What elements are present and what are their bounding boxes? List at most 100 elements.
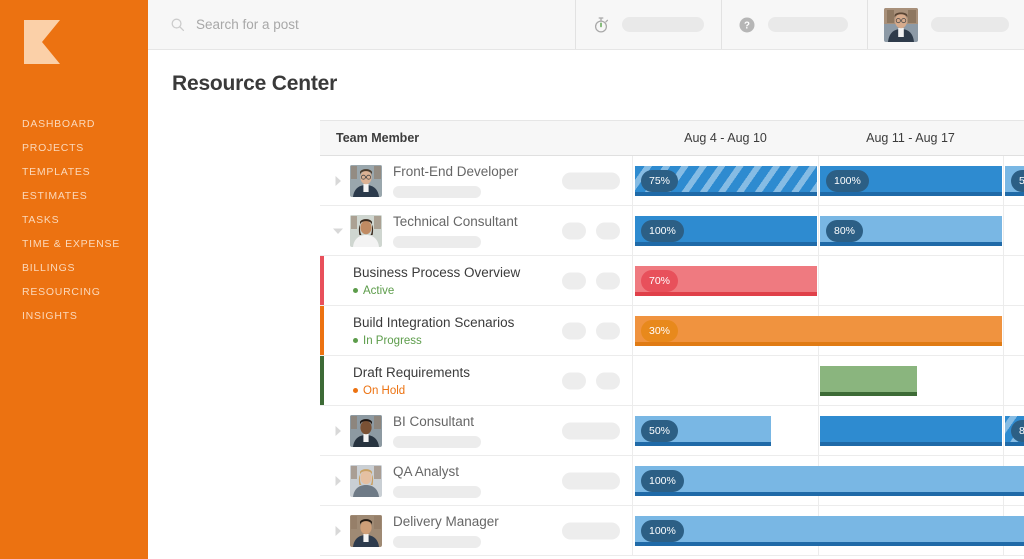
chevron-down-icon[interactable] bbox=[330, 226, 346, 236]
sidebar-item-estimates[interactable]: ESTIMATES bbox=[0, 184, 148, 208]
sidebar-item-templates[interactable]: TEMPLATES bbox=[0, 160, 148, 184]
meta-placeholder-2 bbox=[596, 222, 620, 239]
allocation-bar[interactable]: 75% bbox=[635, 166, 817, 196]
timeline-gridline bbox=[1003, 156, 1004, 205]
search-input[interactable] bbox=[196, 17, 526, 32]
chevron-right-icon[interactable] bbox=[330, 526, 346, 536]
task-row[interactable]: Business Process OverviewActive70% bbox=[320, 256, 1024, 306]
timeline-track: 100% bbox=[633, 456, 1024, 505]
svg-text:?: ? bbox=[744, 20, 750, 31]
row-meta-placeholders bbox=[562, 522, 620, 539]
member-role-placeholder bbox=[393, 186, 481, 198]
chevron-right-icon[interactable] bbox=[330, 176, 346, 186]
sidebar-nav-list: DASHBOARDPROJECTSTEMPLATESESTIMATESTASKS… bbox=[0, 112, 148, 328]
main-sidebar: DASHBOARDPROJECTSTEMPLATESESTIMATESTASKS… bbox=[0, 0, 148, 559]
sidebar-item-insights[interactable]: INSIGHTS bbox=[0, 304, 148, 328]
allocation-percent-badge: 50% bbox=[641, 420, 678, 442]
help-widget[interactable]: ? bbox=[722, 0, 868, 49]
column-header-team-member: Team Member bbox=[320, 131, 633, 145]
timeline-gridline bbox=[818, 156, 819, 205]
timeline-gridline bbox=[818, 256, 819, 305]
sidebar-item-tasks[interactable]: TASKS bbox=[0, 208, 148, 232]
sidebar-item-resourcing[interactable]: RESOURCING bbox=[0, 280, 148, 304]
task-row[interactable]: Build Integration ScenariosIn Progress30… bbox=[320, 306, 1024, 356]
user-menu[interactable] bbox=[868, 0, 1024, 49]
timeline-track: 100% 80% bbox=[633, 206, 1024, 255]
top-bar: ? bbox=[148, 0, 1024, 50]
column-header-week-3: Aug 18 - Aug 24 bbox=[1003, 131, 1024, 145]
sidebar-item-billings[interactable]: BILLINGS bbox=[0, 256, 148, 280]
allocation-bar[interactable]: 50% bbox=[635, 416, 771, 446]
member-cell: Technical Consultant bbox=[320, 206, 633, 255]
table-row[interactable]: Technical Consultant 100% 80% bbox=[320, 206, 1024, 256]
timeline-gridline bbox=[1003, 306, 1004, 355]
allocation-bar[interactable] bbox=[820, 416, 1002, 446]
meta-placeholder-2 bbox=[596, 322, 620, 339]
table-row[interactable]: BI Consultant50%85% bbox=[320, 406, 1024, 456]
help-circle-icon: ? bbox=[738, 16, 756, 34]
row-meta-placeholders bbox=[562, 422, 620, 439]
avatar-front-end-developer bbox=[350, 165, 382, 197]
allocation-placeholder bbox=[562, 422, 620, 439]
allocation-placeholder bbox=[562, 172, 620, 189]
meta-placeholder-1 bbox=[562, 372, 586, 389]
status-dot-icon bbox=[353, 288, 358, 293]
allocation-percent-badge: 85% bbox=[1011, 420, 1024, 442]
allocation-bar[interactable]: 100% bbox=[635, 216, 817, 246]
table-row[interactable]: QA Analyst100% bbox=[320, 456, 1024, 506]
allocation-percent-badge: 100% bbox=[826, 170, 869, 192]
column-header-week-1: Aug 4 - Aug 10 bbox=[633, 131, 818, 145]
table-header-row: Team Member Aug 4 - Aug 10 Aug 11 - Aug … bbox=[320, 120, 1024, 156]
logo[interactable] bbox=[0, 0, 148, 66]
allocation-placeholder bbox=[562, 522, 620, 539]
table-row[interactable]: Front-End Developer75%100%50% bbox=[320, 156, 1024, 206]
member-cell: Delivery Manager bbox=[320, 506, 633, 555]
user-name-placeholder bbox=[931, 17, 1009, 32]
allocation-bar[interactable]: 50% bbox=[1005, 166, 1024, 196]
allocation-bar[interactable]: 85% bbox=[1005, 416, 1024, 446]
avatar-bi-consultant bbox=[350, 415, 382, 447]
timer-value-placeholder bbox=[622, 17, 704, 32]
member-role-placeholder bbox=[393, 436, 481, 448]
table-row[interactable]: Delivery Manager 100% bbox=[320, 506, 1024, 556]
timeline-gridline bbox=[1003, 356, 1004, 405]
member-cell: Draft RequirementsOn Hold bbox=[320, 356, 633, 405]
timeline-track: 70% bbox=[633, 256, 1024, 305]
meta-placeholder-2 bbox=[596, 272, 620, 289]
meta-placeholder-1 bbox=[562, 322, 586, 339]
timeline-gridline bbox=[818, 406, 819, 455]
timeline-gridline bbox=[1003, 256, 1004, 305]
task-row[interactable]: Draft RequirementsOn Hold bbox=[320, 356, 1024, 406]
table-body: Front-End Developer75%100%50% Technical … bbox=[320, 156, 1024, 559]
allocation-percent-badge: 100% bbox=[641, 520, 684, 542]
avatar-technical-consultant bbox=[350, 215, 382, 247]
allocation-bar[interactable]: 100% bbox=[635, 466, 1024, 496]
status-label: Active bbox=[363, 285, 394, 297]
allocation-percent-badge: 100% bbox=[641, 470, 684, 492]
timeline-gridline bbox=[1003, 406, 1004, 455]
allocation-percent-badge: 100% bbox=[641, 220, 684, 242]
help-label-placeholder bbox=[768, 17, 848, 32]
meta-placeholder-1 bbox=[562, 272, 586, 289]
chevron-right-icon[interactable] bbox=[330, 476, 346, 486]
allocation-bar[interactable]: 30% bbox=[635, 316, 1002, 346]
allocation-bar[interactable]: 80% bbox=[820, 216, 1002, 246]
search-area[interactable] bbox=[148, 0, 576, 49]
allocation-bar[interactable]: 100% bbox=[820, 166, 1002, 196]
sidebar-item-dashboard[interactable]: DASHBOARD bbox=[0, 112, 148, 136]
allocation-bar[interactable] bbox=[820, 366, 917, 396]
sidebar-item-projects[interactable]: PROJECTS bbox=[0, 136, 148, 160]
column-header-week-2: Aug 11 - Aug 17 bbox=[818, 131, 1003, 145]
sidebar-item-time-expense[interactable]: TIME & EXPENSE bbox=[0, 232, 148, 256]
row-meta-placeholders bbox=[562, 222, 620, 239]
chevron-right-icon[interactable] bbox=[330, 426, 346, 436]
stopwatch-icon bbox=[592, 16, 610, 34]
allocation-bar[interactable]: 70% bbox=[635, 266, 817, 296]
member-role-placeholder bbox=[393, 536, 481, 548]
search-icon bbox=[170, 17, 185, 32]
timeline-track: 50% 85% bbox=[633, 406, 1024, 455]
allocation-bar[interactable]: 100% bbox=[635, 516, 1024, 546]
timer-widget[interactable] bbox=[576, 0, 722, 49]
allocation-percent-badge: 80% bbox=[826, 220, 863, 242]
meta-placeholder-2 bbox=[596, 372, 620, 389]
